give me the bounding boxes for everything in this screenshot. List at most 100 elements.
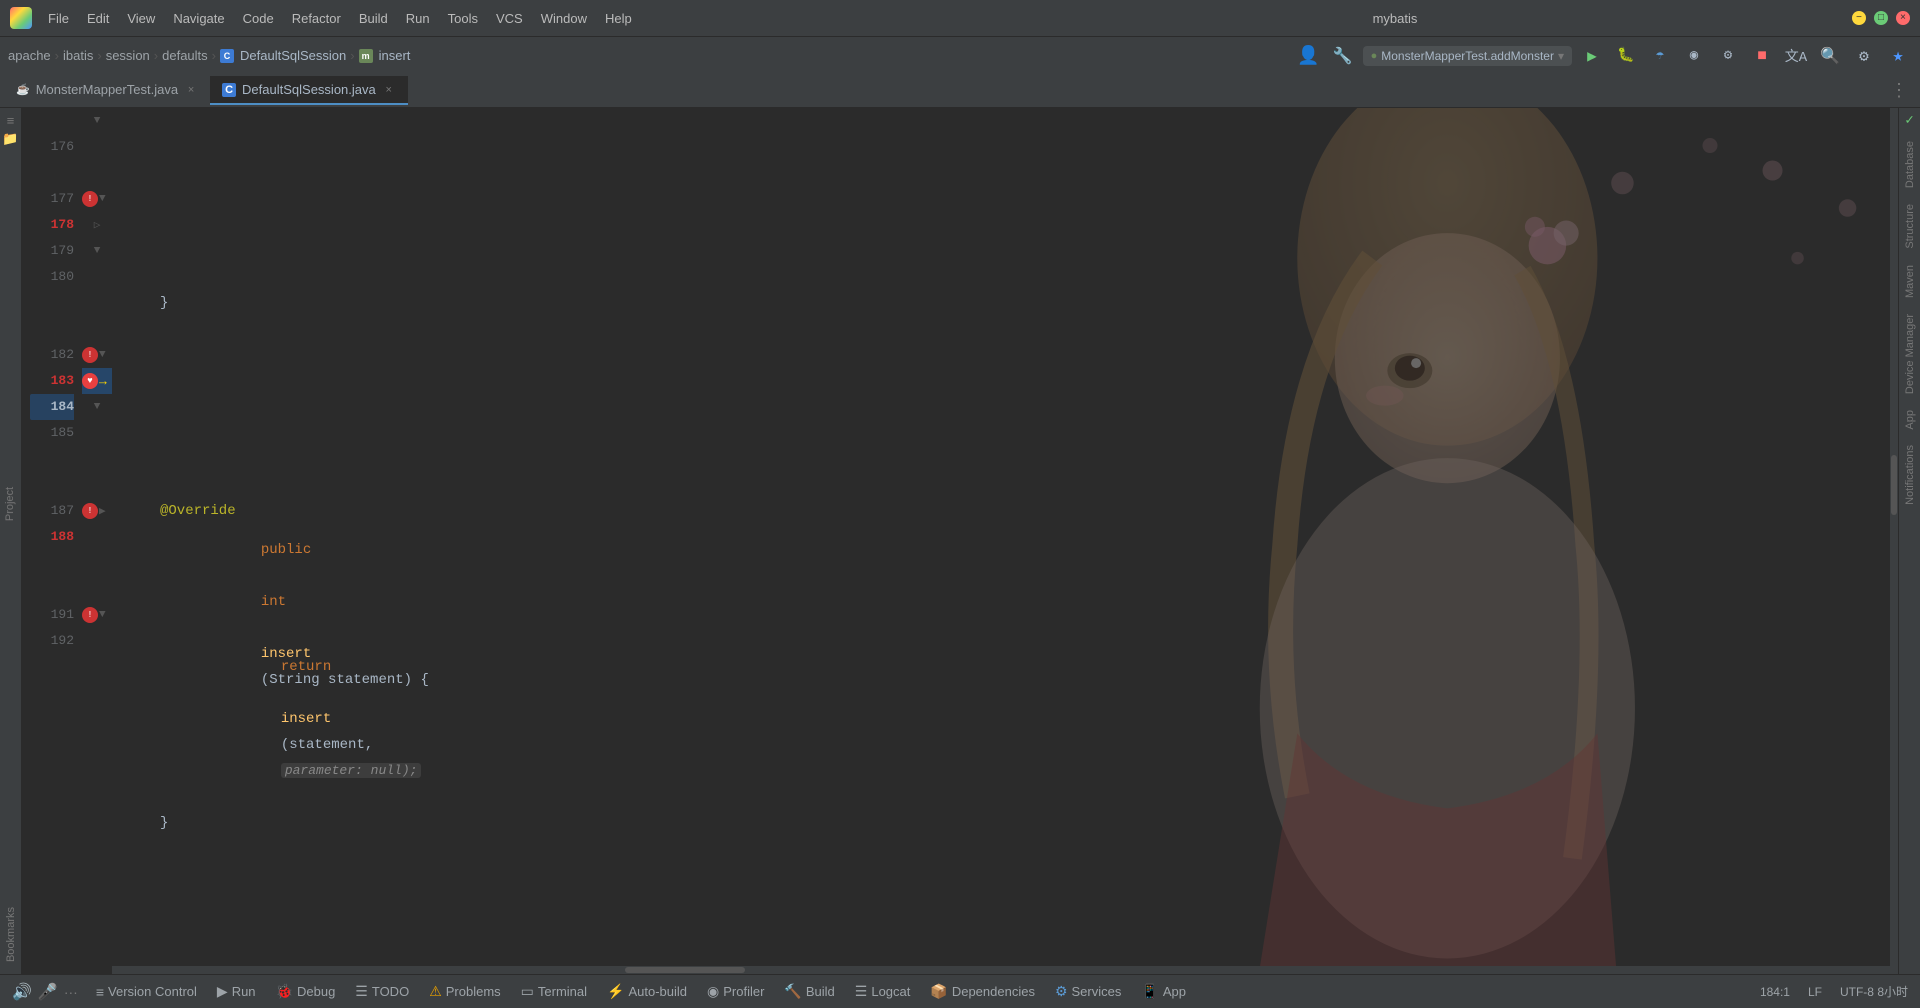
updates-button[interactable]: ★ xyxy=(1884,42,1912,70)
dependencies-button[interactable]: 📦 Dependencies xyxy=(920,979,1045,1004)
sidebar-device-manager[interactable]: Device Manager xyxy=(1900,306,1920,402)
breakpoint-192[interactable]: ! xyxy=(82,607,98,623)
breadcrumb-class[interactable]: DefaultSqlSession xyxy=(240,48,346,63)
fold-icon-180[interactable]: ▼ xyxy=(94,245,101,257)
fold-icon-183[interactable]: ▼ xyxy=(99,349,106,361)
app-button[interactable]: 📱 App xyxy=(1131,979,1196,1004)
tab-monster-mapper[interactable]: ☕ MonsterMapperTest.java × xyxy=(4,76,210,105)
settings-config-button[interactable]: ⚙ xyxy=(1714,42,1742,70)
menu-code[interactable]: Code xyxy=(235,7,282,30)
fold-icon[interactable]: ▼ xyxy=(94,115,101,127)
coverage-button[interactable]: ☂ xyxy=(1646,42,1674,70)
run-button[interactable]: ▶ xyxy=(1578,42,1606,70)
breadcrumb-session[interactable]: session xyxy=(106,48,150,63)
sidebar-top-icon[interactable]: ≡ xyxy=(2,112,20,130)
app-title: mybatis xyxy=(946,11,1844,26)
menu-navigate[interactable]: Navigate xyxy=(165,7,232,30)
breakpoint-184[interactable]: ♥ xyxy=(82,373,98,389)
version-control-label: Version Control xyxy=(108,984,197,999)
menu-file[interactable]: File xyxy=(40,7,77,30)
breadcrumb-apache[interactable]: apache xyxy=(8,48,51,63)
sidebar-structure[interactable]: Structure xyxy=(1900,196,1920,257)
tab-default-sql-session[interactable]: C DefaultSqlSession.java × xyxy=(210,76,408,105)
menu-edit[interactable]: Edit xyxy=(79,7,117,30)
menu-refactor[interactable]: Refactor xyxy=(284,7,349,30)
dependencies-label: Dependencies xyxy=(952,984,1035,999)
menu-run[interactable]: Run xyxy=(398,7,438,30)
profile-button[interactable]: ◉ xyxy=(1680,42,1708,70)
tab-close-1[interactable]: × xyxy=(382,83,396,97)
sidebar-maven[interactable]: Maven xyxy=(1900,257,1920,306)
auto-build-button[interactable]: ⚡ Auto-build xyxy=(597,979,697,1004)
close-button[interactable]: × xyxy=(1896,11,1910,25)
fold-icon-178[interactable]: ▼ xyxy=(99,193,106,205)
breakpoint-188[interactable]: ! xyxy=(82,503,98,519)
vertical-scrollbar[interactable] xyxy=(1890,108,1898,974)
fold-icon-188[interactable]: ▶ xyxy=(99,504,106,518)
version-control-icon: ≡ xyxy=(96,984,104,1000)
version-control-button[interactable]: ≡ Version Control xyxy=(86,980,207,1004)
minimize-button[interactable]: − xyxy=(1852,11,1866,25)
debug-icon[interactable]: 🐛 xyxy=(1612,42,1640,70)
breakpoint-178[interactable]: ! xyxy=(82,191,98,207)
fold-icon-179[interactable]: ▷ xyxy=(94,218,101,232)
sidebar-app[interactable]: App xyxy=(1900,402,1920,438)
build-icon: 🔨 xyxy=(784,983,801,1000)
fold-icon-192[interactable]: ▼ xyxy=(99,609,106,621)
todo-icon: ☰ xyxy=(355,983,368,1000)
problems-button[interactable]: ⚠ Problems xyxy=(419,979,510,1004)
tabs-more-button[interactable]: ⋮ xyxy=(1882,76,1916,106)
services-button[interactable]: ⚙ Services xyxy=(1045,979,1131,1004)
menu-build[interactable]: Build xyxy=(351,7,396,30)
menu-help[interactable]: Help xyxy=(597,7,640,30)
settings-button[interactable]: ⚙ xyxy=(1850,42,1878,70)
todo-label: TODO xyxy=(372,984,409,999)
logcat-button[interactable]: ☰ Logcat xyxy=(845,979,921,1004)
build-button[interactable]: 🔨 Build xyxy=(774,979,844,1004)
sidebar-folder-icon[interactable]: 📁 xyxy=(2,130,20,148)
menu-view[interactable]: View xyxy=(119,7,163,30)
stop-button[interactable]: ■ xyxy=(1748,42,1776,70)
translation-button[interactable]: 文A xyxy=(1782,42,1810,70)
sidebar-database[interactable]: Database xyxy=(1900,133,1920,196)
breadcrumb-ibatis[interactable]: ibatis xyxy=(63,48,93,63)
right-sidebar: ✓ Database Structure Maven Device Manage… xyxy=(1898,108,1920,974)
scrollbar-thumb-v[interactable] xyxy=(1891,455,1897,515)
breadcrumb: apache › ibatis › session › defaults › C… xyxy=(8,48,410,63)
sidebar-notifications[interactable]: Notifications xyxy=(1900,437,1920,513)
fold-icon-185[interactable]: ▼ xyxy=(94,401,101,413)
project-sidebar-label[interactable]: Project xyxy=(0,479,20,529)
run-panel-button[interactable]: ▶ Run xyxy=(207,979,266,1004)
charset-indicator[interactable]: UTF-8 8小时 xyxy=(1832,979,1916,1004)
debug-panel-label: Debug xyxy=(297,984,335,999)
menu-tools[interactable]: Tools xyxy=(440,7,486,30)
position-indicator[interactable]: 184:1 xyxy=(1752,981,1798,1003)
mic-icon[interactable]: 🎤 xyxy=(38,982,58,1002)
breadcrumb-defaults[interactable]: defaults xyxy=(162,48,208,63)
line-ending-indicator[interactable]: LF xyxy=(1800,981,1830,1003)
debug-panel-button[interactable]: 🐞 Debug xyxy=(266,979,346,1004)
run-config-selector[interactable]: ● MonsterMapperTest.addMonster ▾ xyxy=(1363,46,1572,66)
status-right: 184:1 LF UTF-8 8小时 xyxy=(1752,979,1916,1004)
search-button[interactable]: 🔍 xyxy=(1816,42,1844,70)
auto-build-label: Auto-build xyxy=(628,984,687,999)
more-button[interactable]: ··· xyxy=(64,984,78,1000)
terminal-button[interactable]: ▭ Terminal xyxy=(511,979,597,1004)
breakpoint-183[interactable]: ! xyxy=(82,347,98,363)
tabs-bar: ☕ MonsterMapperTest.java × C DefaultSqlS… xyxy=(0,74,1920,108)
title-bar: File Edit View Navigate Code Refactor Bu… xyxy=(0,0,1920,36)
back-button[interactable]: 🔧 xyxy=(1329,42,1357,70)
speaker-icon[interactable]: 🔊 xyxy=(12,982,32,1002)
bookmarks-label[interactable]: Bookmarks xyxy=(1,899,21,970)
user-button[interactable]: 👤 xyxy=(1295,42,1323,70)
logcat-label: Logcat xyxy=(871,984,910,999)
breadcrumb-method[interactable]: insert xyxy=(379,48,411,63)
profiler-button[interactable]: ◉ Profiler xyxy=(697,979,774,1004)
menu-window[interactable]: Window xyxy=(533,7,595,30)
menu-vcs[interactable]: VCS xyxy=(488,7,531,30)
dependencies-icon: 📦 xyxy=(930,983,947,1000)
maximize-button[interactable]: □ xyxy=(1874,11,1888,25)
todo-button[interactable]: ☰ TODO xyxy=(345,979,419,1004)
services-icon: ⚙ xyxy=(1055,983,1068,1000)
tab-close-0[interactable]: × xyxy=(184,83,198,97)
